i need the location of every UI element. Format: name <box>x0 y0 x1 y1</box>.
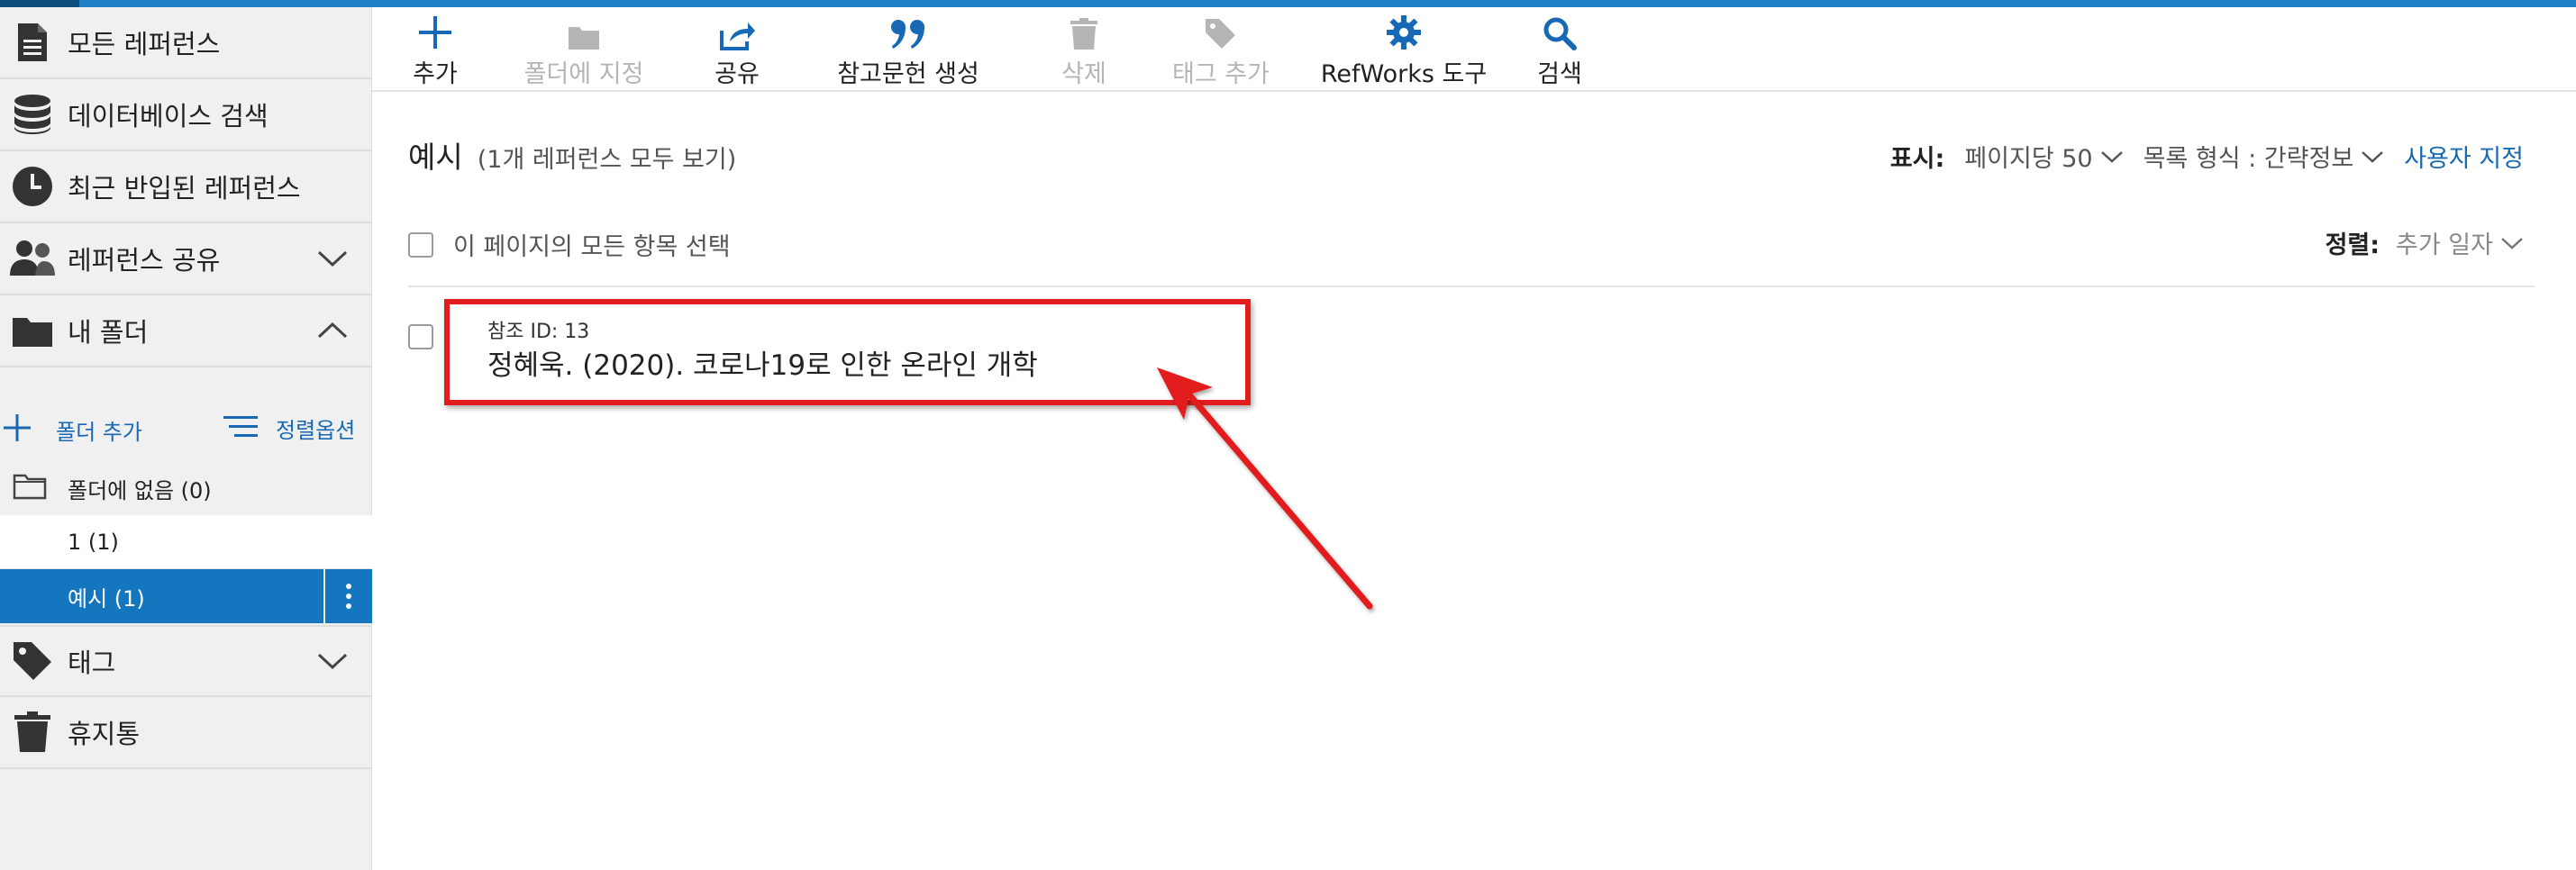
sidebar-item-trash[interactable]: 휴지통 <box>0 697 372 769</box>
chevron-down-icon <box>2501 237 2523 249</box>
folder-icon <box>568 7 600 50</box>
search-label: 검색 <box>1537 60 1582 88</box>
add-folder-button[interactable]: 폴더 추가 <box>0 412 142 447</box>
folder-item-label: 예시 (1) <box>68 585 145 612</box>
select-all-row: 이 페이지의 모든 항목 선택 <box>408 227 731 262</box>
folder-item-unfiled[interactable]: 폴더에 없음 (0) <box>0 461 372 515</box>
users-icon <box>7 233 58 284</box>
tag-icon <box>7 636 58 686</box>
view-all-references-link[interactable]: (1개 레퍼런스 모두 보기) <box>478 140 737 175</box>
display-label: 표시: <box>1889 145 1945 173</box>
annotation-highlight-box <box>444 299 1251 405</box>
sort-value: 추가 일자 <box>2396 231 2493 259</box>
delete-label: 삭제 <box>1061 60 1106 88</box>
chevron-down-icon[interactable] <box>314 643 350 679</box>
share-button[interactable]: 공유 <box>696 7 778 92</box>
chevron-down-icon <box>2362 150 2384 163</box>
chevron-down-icon <box>2100 150 2123 163</box>
sidebar-item-recent-imports[interactable]: 최근 반입된 레퍼런스 <box>0 151 372 223</box>
sort-dropdown[interactable]: 추가 일자 <box>2396 225 2524 260</box>
search-button[interactable]: 검색 <box>1515 7 1605 92</box>
list-divider <box>408 285 2535 287</box>
plus-icon <box>417 7 453 50</box>
page-title: 예시 <box>408 140 463 175</box>
sort-label: 정렬: <box>2325 231 2380 259</box>
sidebar-item-my-folders[interactable]: 내 폴더 <box>0 295 372 367</box>
folder-outline-icon <box>13 473 47 503</box>
sidebar-item-label: 최근 반입된 레퍼런스 <box>68 173 301 204</box>
add-tag-label: 태그 추가 <box>1172 60 1270 88</box>
select-all-label: 이 페이지의 모든 항목 선택 <box>453 233 731 261</box>
refworks-tools-label: RefWorks 도구 <box>1320 60 1488 88</box>
search-icon <box>1543 7 1577 50</box>
folder-item-label: 1 (1) <box>68 529 119 555</box>
folder-sort-options-label: 정렬옵션 <box>276 418 356 443</box>
add-button[interactable]: 추가 <box>390 7 480 92</box>
display-options: 표시: 페이지당 50 목록 형식 : 간략정보 사용자 지정 <box>1890 139 2524 174</box>
sidebar-item-shared-references[interactable]: 레퍼런스 공유 <box>0 223 372 295</box>
folder-item-example[interactable]: 예시 (1) <box>0 569 372 623</box>
list-format-value: 목록 형식 : 간략정보 <box>2143 145 2354 173</box>
sidebar-item-label: 태그 <box>68 648 116 678</box>
reference-checkbox[interactable] <box>408 324 433 349</box>
sidebar-item-label: 레퍼런스 공유 <box>68 245 221 276</box>
trash-icon <box>1070 7 1097 50</box>
add-tag-button[interactable]: 태그 추가 <box>1149 7 1293 92</box>
sidebar-item-tags[interactable]: 태그 <box>0 625 372 697</box>
clock-icon <box>7 161 58 212</box>
per-page-dropdown[interactable]: 페이지당 50 <box>1964 139 2123 174</box>
customize-link[interactable]: 사용자 지정 <box>2404 139 2524 174</box>
refworks-tools-button[interactable]: RefWorks 도구 <box>1309 7 1498 92</box>
sidebar-item-label: 휴지통 <box>68 719 141 749</box>
list-format-dropdown[interactable]: 목록 형식 : 간략정보 <box>2144 139 2385 174</box>
gear-icon <box>1386 7 1422 50</box>
sidebar-item-database-search[interactable]: 데이터베이스 검색 <box>0 79 372 151</box>
main-content: 예시 (1개 레퍼런스 모두 보기) 표시: 페이지당 50 목록 형식 : 간… <box>372 92 2576 870</box>
per-page-value: 페이지당 50 <box>1964 145 2093 173</box>
folder-sort-options-button[interactable]: 정렬옵션 <box>223 412 355 444</box>
sidebar: 모든 레퍼런스 데이터베이스 검색 최근 반입된 레퍼런스 레퍼런스 공유 내 … <box>0 7 372 870</box>
kebab-menu-icon <box>346 584 351 609</box>
add-folder-label: 폴더 추가 <box>56 419 142 445</box>
sidebar-item-label: 데이터베이스 검색 <box>68 101 269 131</box>
sort-lines-icon <box>223 413 258 444</box>
folder-tools: 폴더 추가 정렬옵션 <box>0 400 372 456</box>
plus-icon <box>0 412 34 447</box>
share-label: 공유 <box>715 60 760 88</box>
tag-icon <box>1205 7 1237 50</box>
quote-icon <box>890 7 926 50</box>
refworks-app: 모든 레퍼런스 데이터베이스 검색 최근 반입된 레퍼런스 레퍼런스 공유 내 … <box>0 0 2576 870</box>
create-bibliography-label: 참고문헌 생성 <box>837 60 979 88</box>
document-icon <box>7 17 58 68</box>
chevron-up-icon[interactable] <box>314 313 350 349</box>
chevron-down-icon[interactable] <box>314 240 350 276</box>
sidebar-item-label: 내 폴더 <box>68 317 149 348</box>
toolbar: 추가 폴더에 지정 공유 참고문헌 생성 삭제 태그 추가 RefWorks 도… <box>372 7 2576 92</box>
create-bibliography-button[interactable]: 참고문헌 생성 <box>814 7 1003 92</box>
assign-to-folder-button[interactable]: 폴더에 지정 <box>507 7 660 92</box>
delete-button[interactable]: 삭제 <box>1030 7 1138 92</box>
folder-item-1[interactable]: 1 (1) <box>0 515 372 569</box>
assign-to-folder-label: 폴더에 지정 <box>523 60 644 88</box>
trash-icon <box>7 707 58 757</box>
sidebar-item-all-references[interactable]: 모든 레퍼런스 <box>0 7 372 79</box>
select-all-checkbox[interactable] <box>408 231 433 258</box>
folder-title-row: 예시 (1개 레퍼런스 모두 보기) <box>408 133 736 177</box>
add-button-label: 추가 <box>413 60 458 88</box>
folder-item-label: 폴더에 없음 (0) <box>68 477 212 503</box>
database-icon <box>7 89 58 140</box>
folder-menu-button[interactable] <box>323 569 372 623</box>
sidebar-item-label: 모든 레퍼런스 <box>68 29 221 59</box>
sort-control: 정렬: 추가 일자 <box>2326 225 2524 260</box>
folder-icon <box>7 305 58 356</box>
top-accent-bar <box>0 0 2576 7</box>
share-icon <box>719 7 755 50</box>
